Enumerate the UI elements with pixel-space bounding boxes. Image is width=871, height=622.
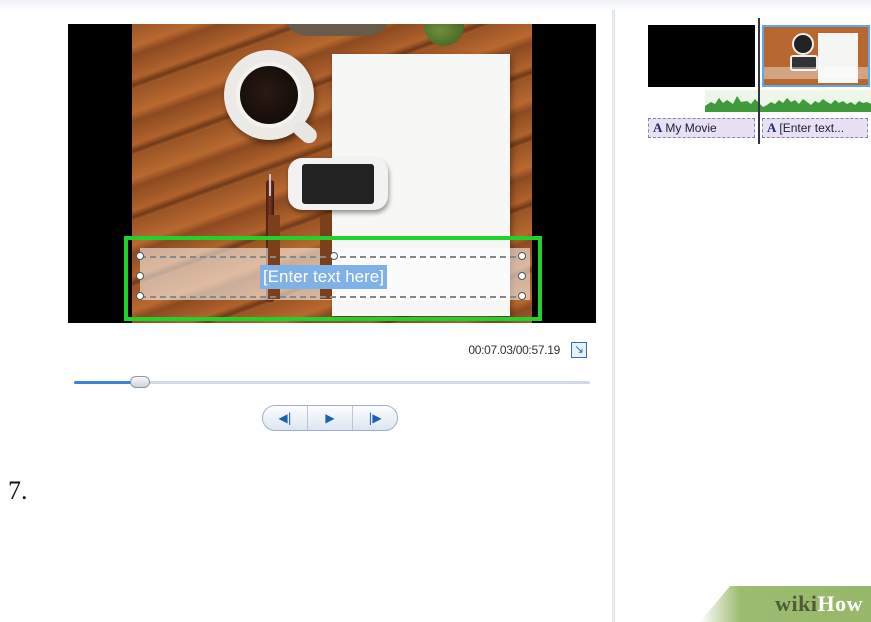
timeline-playhead[interactable]	[758, 18, 760, 144]
plant-image	[424, 24, 464, 46]
time-readout: 00:07.03/00:57.19	[468, 343, 560, 357]
title-overlay-chip[interactable]: A My Movie	[648, 118, 755, 138]
seek-bar[interactable]	[74, 381, 590, 384]
expand-arrow-icon: ↘	[573, 342, 585, 356]
next-frame-button[interactable]: |▶	[353, 406, 397, 430]
thumbnail-caption-band	[764, 67, 868, 79]
pen-clip-image	[269, 174, 271, 196]
title-a-icon: A	[767, 120, 777, 135]
step-number: 7.	[8, 476, 28, 505]
window-top-strip	[0, 0, 871, 10]
shoe-image	[282, 24, 392, 36]
wikihow-logo: wikiHow	[775, 591, 863, 616]
coffee-cup-image	[236, 62, 302, 128]
clip-thumbnail[interactable]	[762, 25, 870, 87]
audio-waveform	[705, 90, 871, 112]
transport-controls: ◀| ▶ |▶	[262, 405, 398, 431]
clip-black-title-slide[interactable]	[648, 25, 755, 87]
caption-chip-label: [Enter text...	[779, 121, 845, 135]
play-button[interactable]: ▶	[308, 406, 353, 430]
thumbnail-cup-image	[792, 33, 814, 55]
seek-thumb[interactable]	[130, 376, 150, 388]
fullscreen-button[interactable]: ↘	[571, 342, 587, 358]
wikihow-watermark: wikiHow	[700, 586, 871, 622]
title-chip-label: My Movie	[665, 121, 717, 135]
phone-screen-image	[302, 164, 374, 204]
previous-frame-button[interactable]: ◀|	[263, 406, 308, 430]
title-a-icon: A	[653, 120, 663, 135]
caption-overlay-chip[interactable]: A [Enter text...	[762, 118, 868, 138]
highlight-box	[124, 236, 542, 321]
